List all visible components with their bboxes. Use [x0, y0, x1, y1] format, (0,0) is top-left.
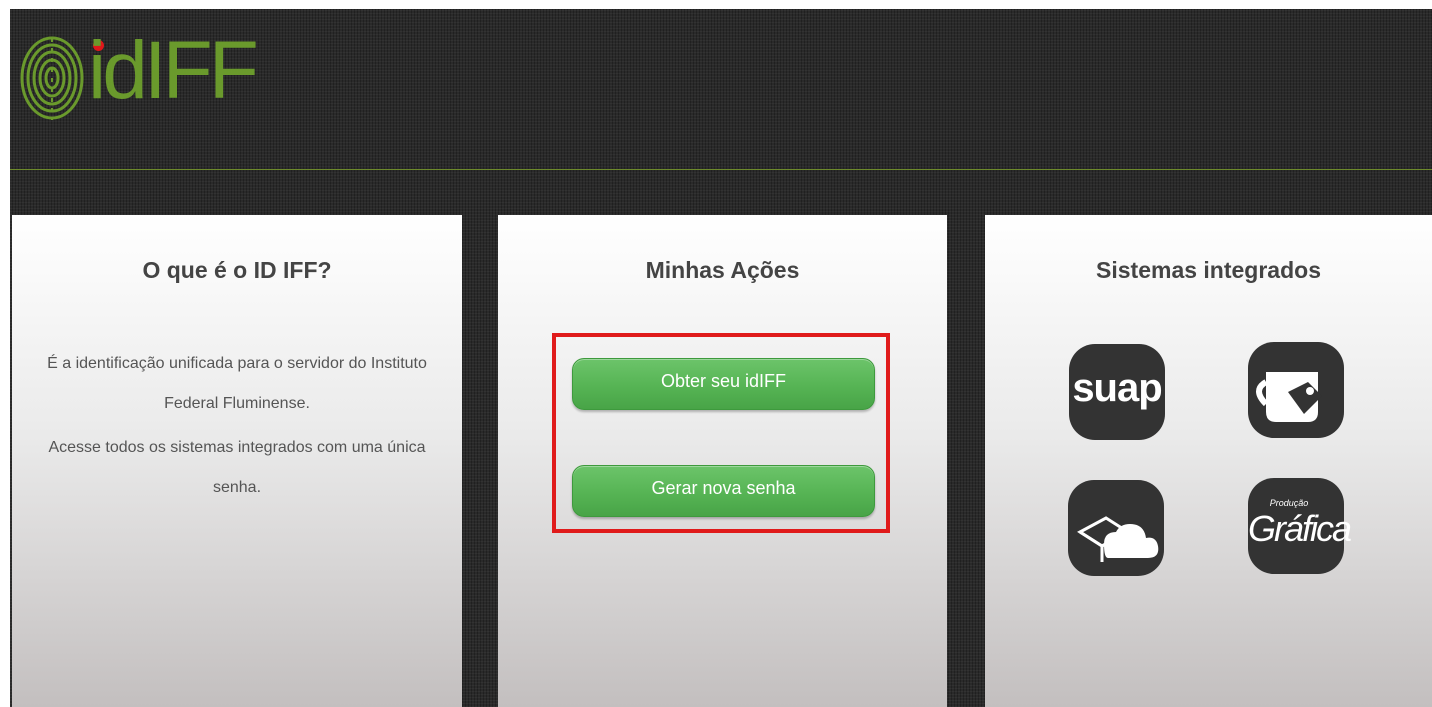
gerar-nova-senha-button[interactable]: Gerar nova senha	[572, 465, 875, 517]
mug-graphic	[1256, 372, 1322, 422]
panel-about-title: O que é o ID IFF?	[142, 257, 332, 283]
window-frame-left	[0, 0, 10, 707]
cloud-box-graphic	[1077, 516, 1159, 562]
header-divider	[10, 169, 1432, 170]
panel-about: O que é o ID IFF? É a identificação unif…	[12, 215, 462, 707]
panel-systems: Sistemas integrados	[985, 215, 1432, 707]
about-line-1: É a identificação unificada para o servi…	[47, 355, 427, 412]
cloud-box-icon[interactable]	[1068, 480, 1164, 576]
window-frame-top	[0, 0, 1432, 9]
grafica-label: Gráfica	[1248, 508, 1352, 549]
logo-text: idIFF	[88, 25, 259, 116]
panel-about-text: É a identificação unificada para o servi…	[32, 344, 442, 508]
fingerprint-icon	[20, 36, 84, 120]
panel-actions-title: Minhas Ações	[645, 257, 800, 283]
grafica-sublabel: Produção	[1269, 498, 1309, 508]
grafica-icon[interactable]: Produção Gráfica	[1248, 478, 1352, 574]
obter-idiff-button[interactable]: Obter seu idIFF	[572, 358, 875, 410]
idiff-logo[interactable]: idIFF	[18, 25, 259, 128]
panel-systems-title: Sistemas integrados	[1096, 257, 1321, 283]
about-line-2: Acesse todos os sistemas integrados com …	[48, 439, 426, 496]
mug-tag-icon[interactable]	[1248, 342, 1344, 438]
suap-icon[interactable]: suap	[1069, 344, 1165, 440]
suap-label: suap	[1072, 366, 1162, 410]
